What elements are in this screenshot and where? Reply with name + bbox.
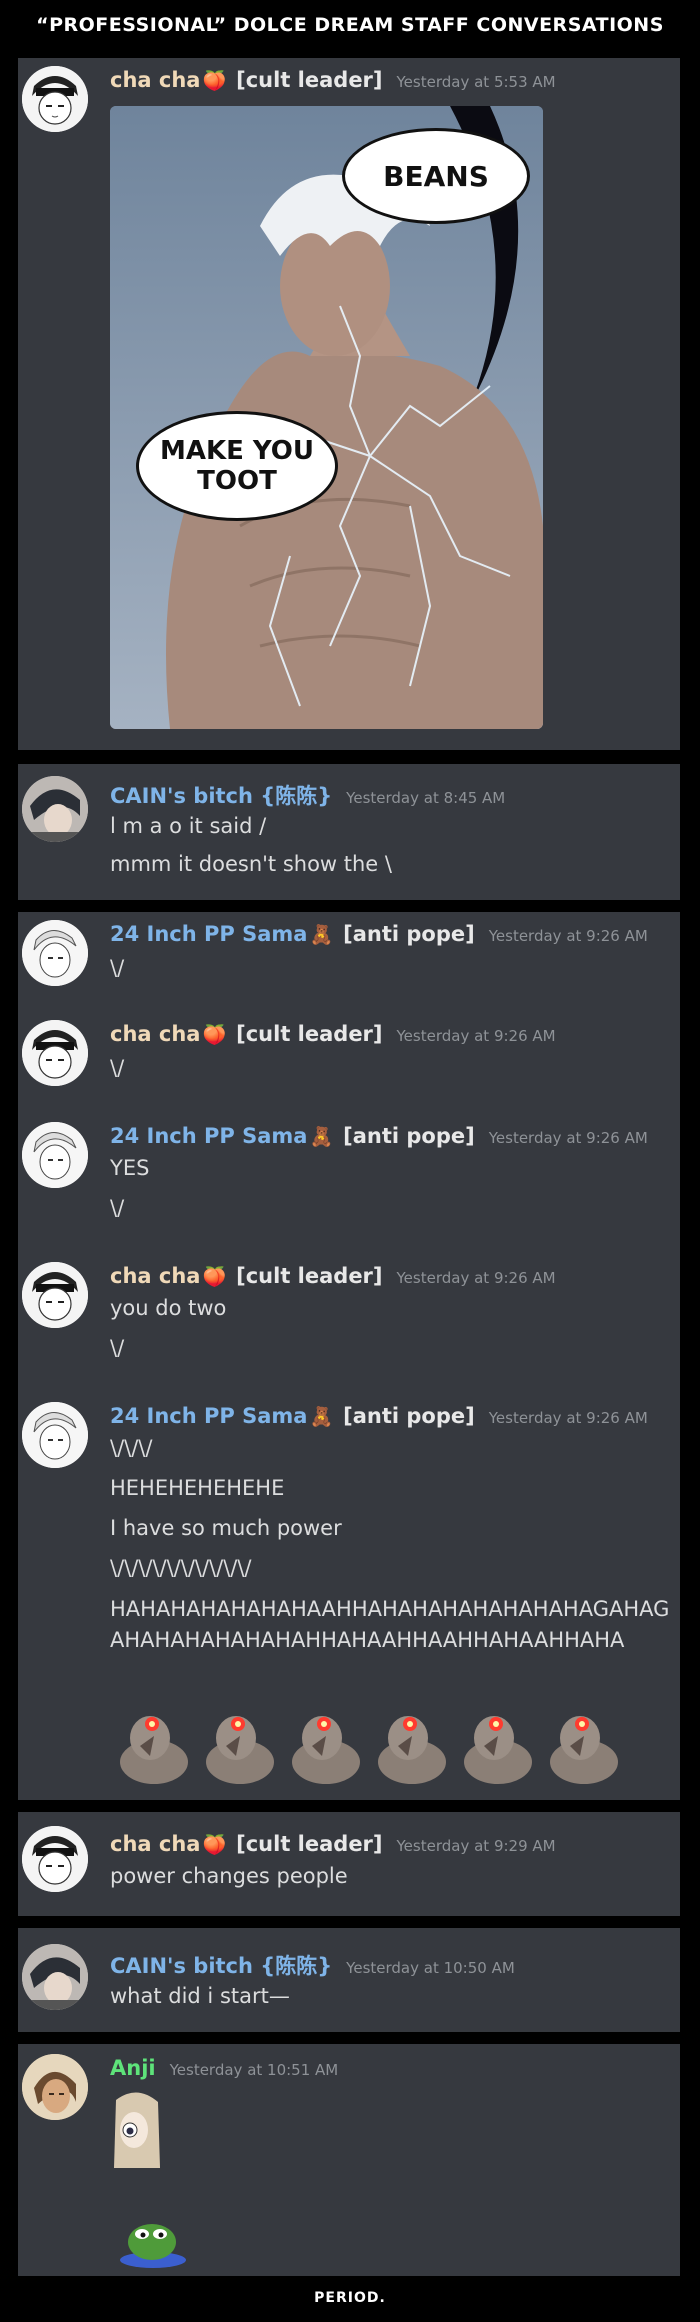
username[interactable]: Anji	[110, 2056, 156, 2080]
role-tag: [cult leader]	[236, 68, 383, 92]
message-text: what did i start—	[110, 1984, 290, 2008]
username[interactable]: cha cha	[110, 68, 200, 92]
rat-emote-row	[110, 1706, 670, 1788]
username[interactable]: cha cha	[110, 1264, 200, 1288]
timestamp: Yesterday at 9:26 AM	[488, 1129, 648, 1147]
timestamp: Yesterday at 9:26 AM	[488, 1409, 648, 1427]
role-tag: [cult leader]	[236, 1832, 383, 1856]
message-header: cha cha 🍑 [cult leader] Yesterday at 9:29 A…	[110, 1832, 556, 1856]
avatar-cain[interactable]	[22, 1944, 88, 2010]
peach-heart-icon: 🍑	[202, 1266, 227, 1288]
username[interactable]: cha cha	[110, 1022, 200, 1046]
message-text: I have so much power	[110, 1516, 342, 1540]
message-header: cha cha 🍑 [cult leader] Yesterday at 9:26 A…	[110, 1022, 556, 1046]
avatar-24-inch-pp-sama[interactable]	[22, 920, 88, 986]
avatar-cha-cha[interactable]	[22, 1262, 88, 1328]
message-text: HAHAHAHAHAHAHAAHHAHAHAHAHAHAHAHAGAHAGAHA…	[110, 1597, 670, 1652]
message-text: l m a o it said /	[110, 814, 267, 838]
teddy-bear-icon: 🧸	[309, 1406, 334, 1428]
message-text: \/\/\/	[110, 1436, 153, 1460]
screaming-rat-emote[interactable]	[110, 1706, 192, 1786]
peach-heart-icon: 🍑	[202, 70, 227, 92]
screaming-rat-emote[interactable]	[368, 1706, 450, 1786]
avatar-cha-cha[interactable]	[22, 1826, 88, 1892]
message-text: \/	[110, 1196, 125, 1220]
message-text: YES	[110, 1156, 150, 1180]
message-text: \/	[110, 1336, 125, 1360]
avatar-anji[interactable]	[22, 2054, 88, 2120]
timestamp: Yesterday at 5:53 AM	[396, 73, 556, 91]
message-text: \/	[110, 956, 125, 980]
timestamp: Yesterday at 9:26 AM	[396, 1027, 556, 1045]
username[interactable]: CAIN's bitch {陈陈}	[110, 784, 332, 808]
comic-image[interactable]: BEANS MAKE YOU TOOT	[110, 106, 543, 729]
teddy-bear-icon: 🧸	[309, 1126, 334, 1148]
message-header: Anji Yesterday at 10:51 AM	[110, 2056, 338, 2080]
speech-bubble-bottom: MAKE YOU TOOT	[136, 411, 338, 521]
message-text: \/	[110, 1056, 125, 1080]
speech-bubble-top: BEANS	[342, 128, 530, 224]
peach-heart-icon: 🍑	[202, 1834, 227, 1856]
role-tag: [cult leader]	[236, 1022, 383, 1046]
avatar-24-inch-pp-sama[interactable]	[22, 1122, 88, 1188]
avatar-cain[interactable]	[22, 776, 88, 842]
timestamp: Yesterday at 9:26 AM	[488, 927, 648, 945]
username[interactable]: cha cha	[110, 1832, 200, 1856]
username[interactable]: CAIN's bitch {陈陈}	[110, 1954, 332, 1978]
screaming-rat-emote[interactable]	[282, 1706, 364, 1786]
teddy-bear-icon: 🧸	[309, 924, 334, 946]
footer-caption: PERIOD.	[314, 2290, 386, 2306]
avatar-cha-cha[interactable]	[22, 1020, 88, 1086]
username[interactable]: 24 Inch PP Sama	[110, 1124, 307, 1148]
message-header: cha cha 🍑 [cult leader] Yesterday at 9:26 A…	[110, 1264, 556, 1288]
chat-panel-4: cha cha 🍑 [cult leader] Yesterday at 9:29 A…	[18, 1812, 680, 1916]
message-text: mmm it doesn't show the \	[110, 852, 392, 876]
username[interactable]: 24 Inch PP Sama	[110, 922, 307, 946]
chat-panel-1: cha cha 🍑 [cult leader] Yesterday at 5:53 A…	[18, 58, 680, 750]
timestamp: Yesterday at 9:26 AM	[396, 1269, 556, 1287]
message-header: 24 Inch PP Sama 🧸 [anti pope] Yesterday at …	[110, 922, 648, 946]
timestamp: Yesterday at 10:50 AM	[346, 1959, 515, 1977]
pepe-frog-emote[interactable]	[118, 2216, 188, 2268]
role-tag: [anti pope]	[343, 1124, 475, 1148]
timestamp: Yesterday at 9:29 AM	[396, 1837, 556, 1855]
screaming-rat-emote[interactable]	[540, 1706, 622, 1786]
chat-panel-2: CAIN's bitch {陈陈} Yesterday at 8:45 AM l …	[18, 764, 680, 900]
chat-panel-3: 24 Inch PP Sama 🧸 [anti pope] Yesterday at …	[18, 912, 680, 1800]
message-header: CAIN's bitch {陈陈} Yesterday at 10:50 AM	[110, 1950, 515, 1980]
message-text: HEHEHEHEHEHE	[110, 1476, 285, 1500]
message-header: cha cha 🍑 [cult leader] Yesterday at 5:53 A…	[110, 68, 556, 92]
message-header: 24 Inch PP Sama 🧸 [anti pope] Yesterday at …	[110, 1404, 648, 1428]
message-header: CAIN's bitch {陈陈} Yesterday at 8:45 AM	[110, 780, 505, 810]
role-tag: [anti pope]	[343, 1404, 475, 1428]
role-tag: [cult leader]	[236, 1264, 383, 1288]
avatar-cha-cha[interactable]	[22, 66, 88, 132]
page-title: “PROFESSIONAL” DOLCE DREAM STAFF CONVERS…	[36, 14, 664, 36]
message-text: power changes people	[110, 1864, 348, 1888]
chat-panel-6: Anji Yesterday at 10:51 AM	[18, 2044, 680, 2276]
peach-heart-icon: 🍑	[202, 1024, 227, 1046]
avatar-24-inch-pp-sama[interactable]	[22, 1402, 88, 1468]
timestamp: Yesterday at 8:45 AM	[346, 789, 506, 807]
anime-girl-sticker[interactable]	[110, 2090, 164, 2170]
chat-panel-5: CAIN's bitch {陈陈} Yesterday at 10:50 AM w…	[18, 1928, 680, 2032]
message-text: \/\/\/\/\/\/\/\/\/\/	[110, 1556, 252, 1580]
timestamp: Yesterday at 10:51 AM	[169, 2061, 339, 2079]
screaming-rat-emote[interactable]	[454, 1706, 536, 1786]
username[interactable]: 24 Inch PP Sama	[110, 1404, 307, 1428]
role-tag: [anti pope]	[343, 922, 475, 946]
message-text: you do two	[110, 1296, 227, 1320]
screaming-rat-emote[interactable]	[196, 1706, 278, 1786]
message-header: 24 Inch PP Sama 🧸 [anti pope] Yesterday at …	[110, 1124, 648, 1148]
